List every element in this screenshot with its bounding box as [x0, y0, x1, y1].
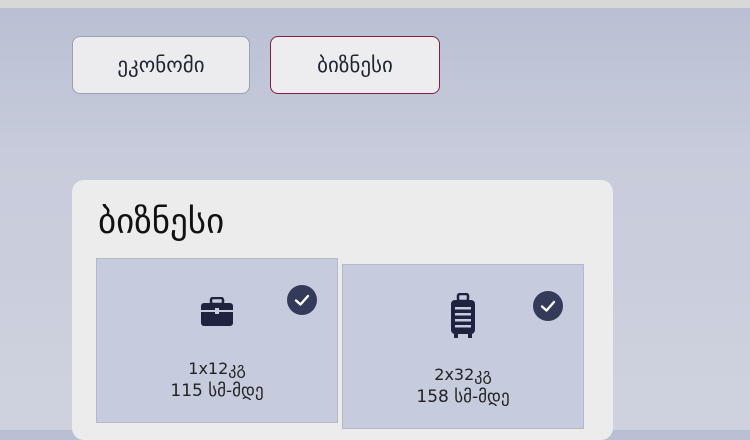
- baggage-weight: 2x32კგ: [434, 365, 492, 384]
- baggage-card: ბიზნესი 1x12კგ 115 სმ-მდე 2x32კგ 158 სმ-…: [72, 180, 613, 440]
- check-icon: [533, 291, 563, 321]
- tab-business[interactable]: ბიზნესი: [270, 36, 440, 94]
- suitcase-icon: [448, 292, 478, 343]
- check-icon: [287, 285, 317, 315]
- tab-economy[interactable]: ეკონომი: [72, 36, 250, 94]
- screen-bezel: [0, 0, 750, 8]
- baggage-weight: 1x12კგ: [188, 359, 246, 378]
- baggage-dimension: 158 სმ-მდე: [416, 387, 510, 407]
- baggage-dimension: 115 სმ-მდე: [170, 381, 264, 401]
- fare-class-tabs: ეკონომი ბიზნესი: [72, 36, 440, 94]
- baggage-option-carry-on[interactable]: 1x12კგ 115 სმ-მდე: [96, 258, 338, 423]
- baggage-option-checked[interactable]: 2x32კგ 158 სმ-მდე: [342, 264, 584, 429]
- briefcase-icon: [200, 296, 234, 331]
- card-title: ბიზნესი: [98, 202, 225, 242]
